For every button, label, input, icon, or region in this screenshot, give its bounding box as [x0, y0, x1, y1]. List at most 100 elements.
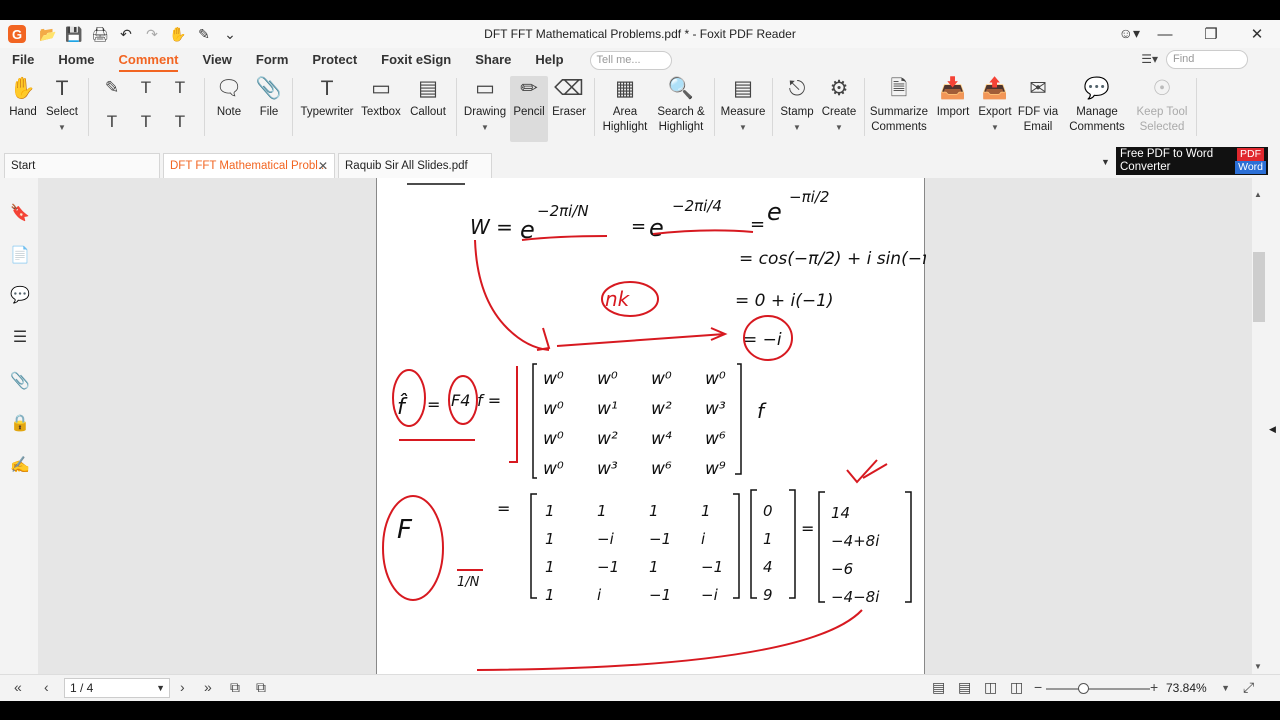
previous-page-icon[interactable]: ‹ — [44, 679, 49, 695]
stamp-button[interactable]: ⎋ Stamp ▼ — [778, 76, 816, 135]
menu-foxit-esign[interactable]: Foxit eSign — [369, 48, 463, 72]
pages-icon[interactable]: 📄 — [10, 246, 30, 266]
scroll-up-icon[interactable]: ▲ — [1254, 190, 1262, 199]
restore-icon[interactable]: ❐ — [1188, 25, 1234, 43]
menu-home[interactable]: Home — [46, 48, 106, 72]
next-view-icon[interactable]: ⧉ — [256, 679, 266, 696]
continuous-page-icon[interactable]: ▤ — [958, 679, 971, 696]
menu-form[interactable]: Form — [244, 48, 301, 72]
redo-icon[interactable]: ↷ — [144, 26, 160, 42]
measure-button[interactable]: ▤ Measure ▼ — [718, 76, 768, 135]
continuous-facing-icon[interactable]: ◫ — [1010, 679, 1023, 696]
numeric-matrix-cell: −1 — [701, 558, 723, 576]
area-highlight-button[interactable]: ▦ Area Highlight — [598, 76, 652, 135]
tab-raquib-slides[interactable]: Raquib Sir All Slides.pdf — [338, 153, 492, 178]
search-highlight-button[interactable]: 🔍 Search & Highlight — [654, 76, 708, 135]
facing-page-icon[interactable]: ◫ — [984, 679, 997, 696]
expand-right-panel-icon[interactable]: ◀ — [1269, 424, 1276, 435]
underline-text-icon[interactable]: T — [136, 78, 156, 98]
document-viewer[interactable]: W = e −2πi/N = e −2πi/4 = e −πi/2 = cos(… — [38, 178, 1252, 674]
drawing-button[interactable]: ▭ Drawing ▼ — [462, 76, 508, 135]
select-button[interactable]: T Select ▼ — [44, 76, 80, 135]
textbox-button[interactable]: ▭ Textbox — [358, 76, 404, 120]
squiggly-text-icon[interactable]: T — [102, 112, 122, 132]
manage-comments-button[interactable]: 💬 Manage Comments — [1064, 76, 1130, 135]
result-vector-cell: −6 — [831, 560, 853, 578]
file-attach-button[interactable]: 📎 File — [252, 76, 286, 120]
previous-view-icon[interactable]: ⧉ — [230, 679, 240, 696]
pencil-button[interactable]: ✏ Pencil — [510, 76, 548, 142]
fdf-via-email-button[interactable]: ✉ FDF via Email — [1016, 76, 1060, 135]
pdf-to-word-ad[interactable]: Free PDF to Word Converter PDF Word — [1116, 147, 1268, 175]
menu-protect[interactable]: Protect — [300, 48, 369, 72]
menu-share[interactable]: Share — [463, 48, 523, 72]
insert-text-icon[interactable]: T — [170, 112, 190, 132]
minimize-icon[interactable]: — — [1142, 26, 1188, 43]
pdf-badge: PDF — [1237, 148, 1264, 161]
zoom-level-input[interactable]: 73.84% ▼ — [1162, 678, 1236, 698]
strikeout-text-icon[interactable]: T — [170, 78, 190, 98]
menu-comment[interactable]: Comment — [107, 48, 191, 72]
next-page-icon[interactable]: › — [180, 679, 185, 695]
attachment-icon[interactable]: 📎 — [10, 372, 30, 392]
menu-view[interactable]: View — [190, 48, 243, 72]
ribbon-divider — [456, 78, 457, 136]
zoom-out-icon[interactable]: − — [1034, 679, 1042, 695]
vertical-scrollbar[interactable]: ▲ ▼ — [1252, 178, 1266, 674]
customize-chevron-icon[interactable]: ⌄ — [222, 26, 238, 42]
summarize-comments-button[interactable]: 🗎 Summarize Comments — [868, 76, 930, 135]
tab-dft-fft[interactable]: DFT FFT Mathematical Probl... ✕ — [163, 153, 335, 178]
bookmark-icon[interactable]: 🔖 — [10, 204, 30, 224]
callout-button[interactable]: ▤ Callout — [406, 76, 450, 120]
close-tab-icon[interactable]: ✕ — [318, 154, 328, 178]
note-icon: 🗨 — [215, 77, 243, 100]
w-matrix-cell: w⁰ — [597, 369, 618, 389]
print-icon[interactable]: 🖨 — [91, 26, 109, 42]
close-icon[interactable]: ✕ — [1234, 25, 1280, 43]
scroll-down-icon[interactable]: ▼ — [1254, 662, 1262, 671]
keep-tool-selected-button[interactable]: ☉ Keep Tool Selected — [1134, 76, 1190, 135]
fullscreen-icon[interactable]: ⤢ — [1243, 679, 1254, 696]
zoom-in-icon[interactable]: + — [1150, 679, 1158, 695]
numeric-matrix-cell: i — [597, 586, 602, 604]
page-number-input[interactable]: 1 / 4 ▼ — [64, 678, 170, 698]
find-input[interactable]: Find — [1166, 50, 1248, 69]
replace-text-icon[interactable]: T — [136, 112, 156, 132]
first-page-icon[interactable]: « — [14, 679, 22, 695]
zoom-slider[interactable] — [1046, 683, 1150, 694]
pdf-page[interactable]: W = e −2πi/N = e −2πi/4 = e −πi/2 = cos(… — [376, 178, 926, 674]
highlight-quick-icon[interactable]: ✎ — [196, 26, 212, 42]
red-arrow-line — [556, 333, 726, 347]
zoom-slider-knob[interactable] — [1078, 683, 1090, 694]
tab-start[interactable]: Start — [4, 153, 160, 178]
tell-me-input[interactable]: Tell me... — [589, 50, 672, 70]
menu-file[interactable]: File — [0, 48, 46, 72]
eraser-button[interactable]: ⌫ Eraser — [550, 76, 588, 120]
account-icon[interactable]: ☺▾ — [1119, 25, 1140, 42]
create-stamp-button[interactable]: ⚙ Create ▼ — [818, 76, 860, 135]
open-folder-icon[interactable]: 📂 — [39, 26, 56, 42]
typewriter-button[interactable]: T Typewriter — [298, 76, 356, 120]
import-button[interactable]: 📥 Import — [934, 76, 972, 120]
save-icon[interactable]: 💾 — [65, 26, 82, 42]
signature-icon[interactable]: ✍ — [10, 456, 30, 476]
comments-icon[interactable]: 💬 — [10, 286, 30, 306]
hand-button[interactable]: ✋ Hand — [6, 76, 40, 120]
security-lock-icon[interactable]: 🔒 — [10, 414, 30, 434]
w-matrix: w⁰ w⁰ w⁰ w⁰ w⁰ w¹ w² w³ w⁰ w² w⁴ w⁶ w⁰ w³ w⁶ w⁹ — [543, 369, 726, 479]
scroll-thumb[interactable] — [1253, 252, 1265, 322]
last-page-icon[interactable]: » — [204, 679, 212, 695]
import-icon: 📥 — [939, 77, 967, 100]
layers-icon[interactable]: ☰ — [10, 328, 30, 348]
single-page-icon[interactable]: ▤ — [932, 679, 945, 696]
find-options-icon[interactable]: ☰▾ — [1141, 52, 1158, 66]
menu-help[interactable]: Help — [523, 48, 575, 72]
undo-icon[interactable]: ↶ — [118, 26, 134, 42]
hw-exp3: −πi/2 — [789, 188, 829, 206]
highlight-icon[interactable]: ✎ — [102, 78, 122, 98]
hand-tool-icon[interactable]: ✋ — [169, 26, 186, 42]
caret-down-icon[interactable]: ▼ — [1101, 157, 1110, 167]
export-button[interactable]: 📤 Export ▼ — [976, 76, 1014, 135]
bracket-left-vec — [750, 489, 757, 599]
note-button[interactable]: 🗨 Note — [212, 76, 246, 120]
